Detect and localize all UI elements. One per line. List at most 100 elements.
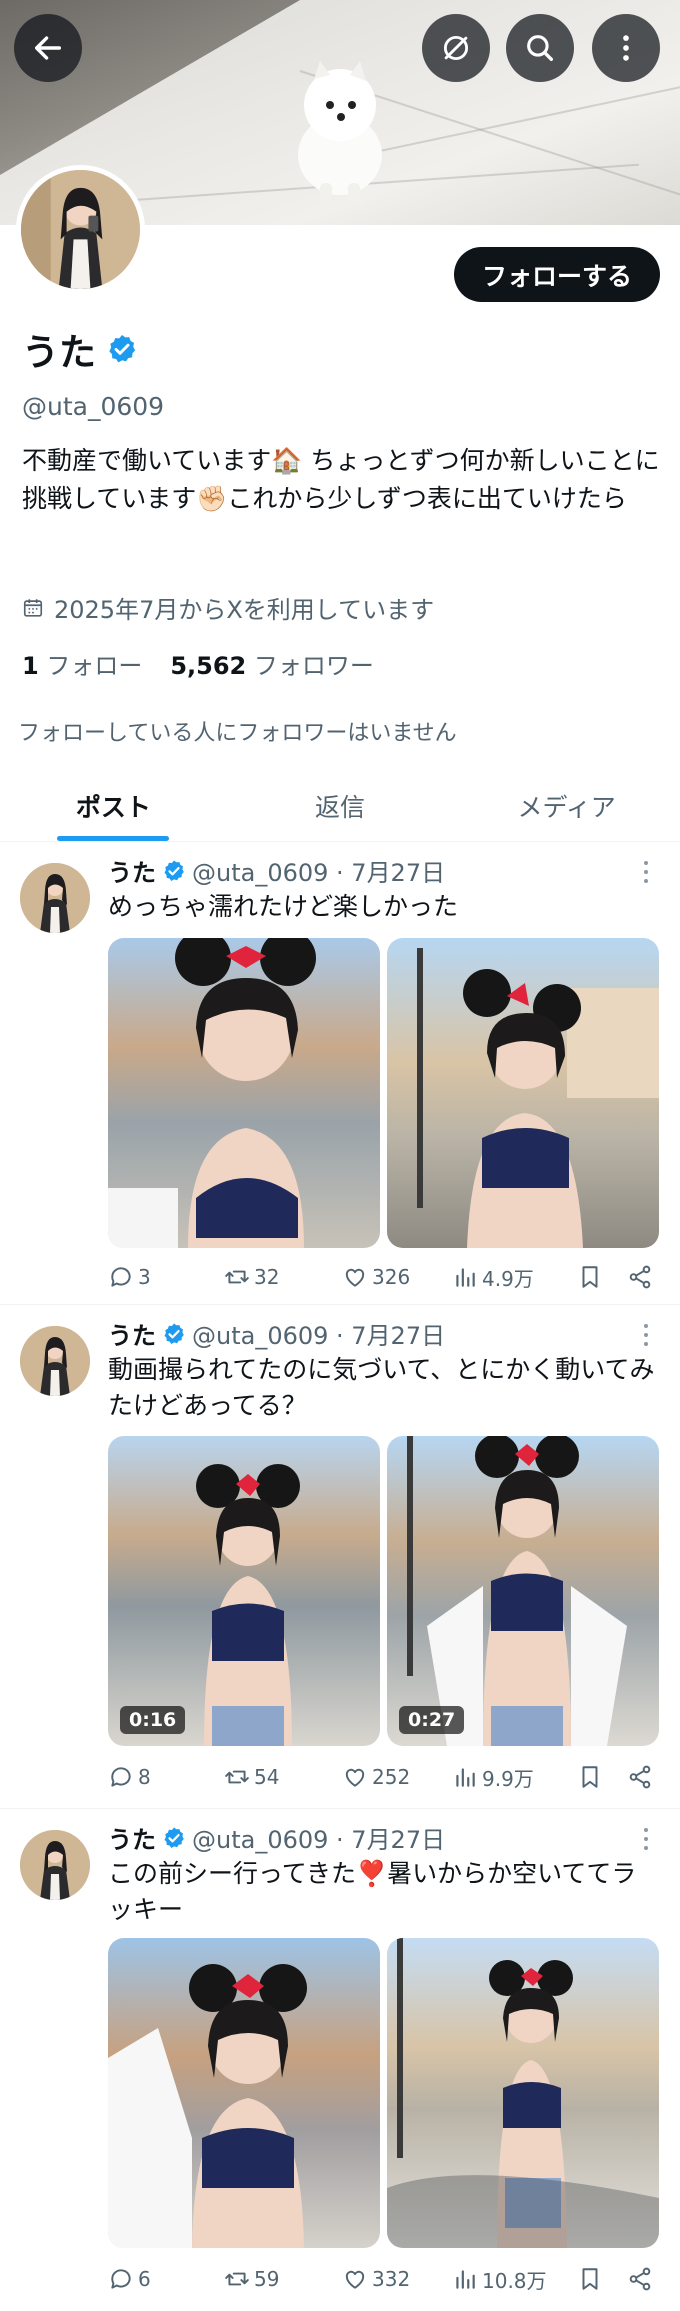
- bookmark-icon: [582, 2268, 598, 2290]
- followers-link[interactable]: 5,562 フォロワー: [170, 646, 374, 681]
- repost-icon: [225, 2272, 249, 2286]
- repost-button[interactable]: 54: [224, 1764, 342, 1790]
- post-author-name[interactable]: うた: [108, 853, 156, 888]
- post-actions: 3 32 326 4.9万: [108, 1257, 659, 1297]
- views-button[interactable]: 4.9万: [452, 1263, 577, 1292]
- post-actions: 8 54 252 9.9万: [108, 1757, 659, 1797]
- media-photo[interactable]: [387, 938, 659, 1248]
- repost-icon: [225, 1770, 249, 1784]
- more-vertical-icon[interactable]: [636, 1320, 656, 1350]
- post-media: [108, 938, 659, 1248]
- repost-count: 54: [254, 1765, 280, 1789]
- video-duration: 0:27: [399, 1706, 465, 1734]
- tab-media[interactable]: メディア: [453, 770, 680, 841]
- more-options-button[interactable]: [592, 14, 660, 82]
- mute-button[interactable]: [422, 14, 490, 82]
- repost-button[interactable]: 59: [224, 2266, 342, 2292]
- media-photo[interactable]: [108, 1938, 380, 2248]
- share-button[interactable]: [627, 1764, 653, 1790]
- reply-icon: [111, 1267, 131, 1287]
- post-item[interactable]: うた @uta_0609 · 7月27日 めっちゃ濡れたけど楽しかった 3 32…: [0, 843, 680, 1305]
- bookmark-button[interactable]: [577, 2266, 627, 2292]
- mutual-followers-note: フォローしている人にフォロワーはいません: [18, 721, 457, 746]
- post-media: 0:16 0:27: [108, 1436, 659, 1746]
- tab-replies[interactable]: 返信: [227, 770, 454, 841]
- post-text: めっちゃ濡れたけど楽しかった: [108, 892, 459, 921]
- verified-badge-icon: [164, 1323, 184, 1344]
- search-icon: [527, 35, 554, 62]
- post-text: 動画撮られてたのに気づいて、とにかく動いてみたけどあってる？: [108, 1355, 655, 1420]
- views-button[interactable]: 9.9万: [452, 1763, 577, 1792]
- post-header: うた @uta_0609 · 7月27日: [108, 853, 445, 888]
- like-count: 326: [372, 1265, 411, 1289]
- media-video[interactable]: 0:27: [387, 1436, 659, 1746]
- post-meta: @uta_0609 · 7月27日: [192, 1322, 446, 1350]
- verified-badge-icon: [109, 335, 136, 363]
- bookmark-icon: [582, 1766, 598, 1788]
- views-button[interactable]: 10.8万: [452, 2265, 577, 2294]
- view-count: 9.9万: [482, 1766, 534, 1791]
- reply-count: 8: [138, 1765, 151, 1789]
- post-meta: @uta_0609 · 7月27日: [192, 859, 446, 887]
- avatar[interactable]: [20, 863, 90, 933]
- post-actions: 6 59 332 10.8万: [108, 2259, 659, 2299]
- media-photo[interactable]: [387, 1938, 659, 2248]
- views-chart-icon: [456, 2270, 475, 2289]
- tab-posts[interactable]: ポスト: [0, 770, 227, 841]
- joined-date: 2025年7月からXを利用しています: [22, 590, 434, 625]
- post-item[interactable]: うた @uta_0609 · 7月27日 動画撮られてたのに気づいて、とにかく動…: [0, 1306, 680, 1809]
- video-duration: 0:16: [120, 1706, 186, 1734]
- repost-icon: [225, 1270, 249, 1284]
- share-button[interactable]: [627, 1264, 653, 1290]
- post-author-name[interactable]: うた: [108, 1316, 156, 1351]
- avatar[interactable]: [20, 1830, 90, 1900]
- following-link[interactable]: 1 フォロー: [22, 646, 142, 681]
- repost-count: 32: [254, 1265, 280, 1289]
- heart-icon: [345, 2270, 365, 2289]
- repost-button[interactable]: 32: [224, 1264, 342, 1290]
- bookmark-button[interactable]: [577, 1764, 627, 1790]
- reply-icon: [111, 2269, 131, 2289]
- post-header: うた @uta_0609 · 7月27日: [108, 1820, 445, 1855]
- more-vertical-icon[interactable]: [636, 857, 656, 887]
- media-video[interactable]: 0:16: [108, 1436, 380, 1746]
- calendar-icon: [23, 598, 43, 617]
- back-button[interactable]: [14, 14, 82, 82]
- more-vertical-icon[interactable]: [636, 1824, 656, 1854]
- reply-button[interactable]: 6: [108, 2266, 224, 2292]
- reply-count: 3: [138, 1265, 151, 1289]
- post-meta: @uta_0609 · 7月27日: [192, 1826, 446, 1854]
- post-item[interactable]: うた @uta_0609 · 7月27日 この前シー行ってきた❣️暑いからか空い…: [0, 1810, 680, 2311]
- profile-name-row: うた: [22, 322, 138, 376]
- like-button[interactable]: 252: [342, 1764, 452, 1790]
- reply-button[interactable]: 8: [108, 1764, 224, 1790]
- joined-text: 2025年7月からXを利用しています: [54, 596, 435, 624]
- search-button[interactable]: [506, 14, 574, 82]
- post-author-name[interactable]: うた: [108, 1820, 156, 1855]
- followers-count: 5,562: [170, 652, 247, 680]
- views-chart-icon: [456, 1268, 475, 1287]
- bookmark-button[interactable]: [577, 1264, 627, 1290]
- views-chart-icon: [456, 1768, 475, 1787]
- share-button[interactable]: [627, 2266, 653, 2292]
- share-icon: [629, 1265, 651, 1289]
- heart-icon: [345, 1768, 365, 1787]
- profile-avatar[interactable]: [16, 165, 145, 294]
- share-icon: [629, 1765, 651, 1789]
- post-header: うた @uta_0609 · 7月27日: [108, 1316, 445, 1351]
- follow-button[interactable]: フォローする: [454, 247, 660, 302]
- profile-tabs: ポスト 返信 メディア: [0, 770, 680, 842]
- dog-photo: [298, 61, 382, 201]
- heart-icon: [345, 1268, 365, 1287]
- view-count: 10.8万: [482, 2268, 547, 2293]
- media-photo[interactable]: [108, 938, 380, 1248]
- profile-bio: 不動産で働いています🏠 ちょっとずつ何か新しいことに挑戦しています✊🏻これから少…: [22, 446, 660, 513]
- like-button[interactable]: 332: [342, 2266, 452, 2292]
- verified-badge-icon: [164, 1827, 184, 1848]
- avatar[interactable]: [20, 1326, 90, 1396]
- like-button[interactable]: 326: [342, 1264, 452, 1290]
- reply-button[interactable]: 3: [108, 1264, 224, 1290]
- arrow-left-icon: [34, 36, 62, 60]
- mute-icon: [443, 35, 469, 61]
- post-text: この前シー行ってきた❣️暑いからか空いててラッキー: [108, 1859, 637, 1924]
